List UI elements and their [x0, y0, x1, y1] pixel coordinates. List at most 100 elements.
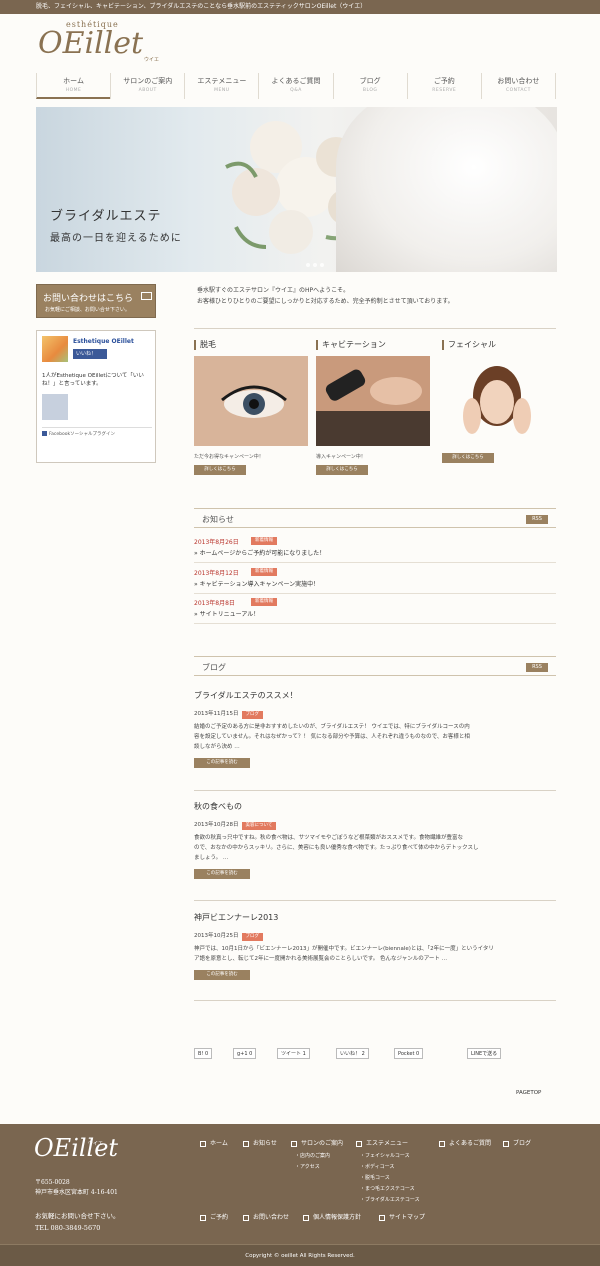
intro-line: お客様ひとりひとりのご要望にしっかりと対応するため、完全予約制とさせて頂いており… [197, 298, 454, 305]
excerpt-line: 食欲の秋真っ只中ですね。秋の食べ物は、サツマイモやごぼうなど根菜類がおススメです… [194, 835, 463, 841]
contact-banner-title: お問い合わせはこちら [43, 294, 134, 304]
news-tag[interactable]: 新着情報 [251, 598, 277, 606]
line-share-button[interactable]: LINEで送る [467, 1048, 502, 1059]
footer-link-blog[interactable]: ブログ [503, 1138, 531, 1147]
category-caption: 導入キャンペーン中！ [316, 454, 366, 460]
nav-home[interactable]: ホーム HOME [36, 73, 111, 99]
read-more-button[interactable]: この記事を読む [194, 970, 250, 980]
slider-dots[interactable] [306, 263, 324, 267]
google-plus-button[interactable]: g+1 0 [233, 1048, 257, 1059]
footer-sublink[interactable]: フェイシャルコース [360, 1152, 410, 1159]
nav-about[interactable]: サロンのご案内 ABOUT [110, 73, 184, 99]
post-date: 2013年10月25日 [194, 933, 239, 939]
contact-banner-button[interactable]: お問い合わせはこちら お気軽にご相談、お問い合せ下さい。 [36, 284, 156, 318]
fan-avatar[interactable] [42, 394, 68, 420]
news-link[interactable]: » ホームページからご予約が可能になりました！ [194, 548, 325, 557]
excerpt-line: 容を設定していません。それはなぜかって？！ 気になる部分や予算は、人それぞれ違う… [194, 734, 470, 740]
footer-link-salon[interactable]: サロンのご案内 [291, 1138, 343, 1147]
post-date: 2013年10月28日 [194, 822, 239, 828]
pocket-button[interactable]: Pocket 0 [394, 1048, 424, 1059]
nav-reserve[interactable]: ご予約 RESERVE [406, 73, 481, 99]
post-excerpt: 神戸では、10月1日から「ビエンナーレ2013」が開催中です。ビエンナーレ(bi… [194, 944, 556, 964]
facebook-like-button[interactable]: いいね！ 2 [336, 1048, 369, 1059]
post-title[interactable]: ブライダルエステのススメ！ [194, 690, 556, 701]
footer-link-reserve[interactable]: ご予約 [200, 1212, 228, 1221]
details-button[interactable]: 詳しくはこちら [194, 465, 246, 475]
details-button[interactable]: 詳しくはこちら [442, 453, 494, 463]
news-link[interactable]: » サイトリニューアル！ [194, 609, 259, 618]
fb-like-button[interactable]: いいね！ [73, 349, 107, 359]
news-item[interactable]: 2013年8月12日 新着情報 » キャビテーション導入キャンペーン実施中！ [194, 564, 556, 594]
facial-model-image[interactable] [442, 356, 556, 446]
news-item[interactable]: 2013年8月8日 新着情報 » サイトリニューアル！ [194, 594, 556, 624]
post-tag[interactable]: ブログ [241, 711, 263, 719]
news-date: 2013年8月12日 [194, 570, 239, 577]
excerpt-line: ましょう。 … [194, 855, 229, 861]
envelope-icon [141, 292, 152, 300]
post-tag[interactable]: ブログ [241, 933, 263, 941]
fb-fans-text: 1人がEsthetique OEilletについて「いいね！」と言っています。 [42, 373, 144, 387]
eye-image[interactable] [194, 356, 308, 446]
divider [194, 1000, 556, 1001]
nav-label: ホーム [63, 77, 84, 85]
footer-link-contact[interactable]: お問い合わせ [243, 1212, 289, 1221]
tweet-button[interactable]: ツイート 1 [277, 1048, 310, 1059]
post-title[interactable]: 秋の食べもの [194, 801, 556, 812]
copyright: Copyright © oeillet All Rights Reserved. [0, 1244, 600, 1266]
footer-link-menu[interactable]: エステメニュー [356, 1138, 408, 1147]
footer-sublink[interactable]: 脱毛コース [360, 1174, 390, 1181]
footer-address: 〒655-0028 神戸市垂水区宮本町 4-16-401 [35, 1178, 118, 1198]
post-excerpt: 食欲の秋真っ只中ですね。秋の食べ物は、サツマイモやごぼうなど根菜類がおススメです… [194, 833, 556, 863]
footer-link-faq[interactable]: よくあるご質問 [439, 1138, 491, 1147]
post-tag[interactable]: 美容について [241, 822, 277, 830]
footer-link-home[interactable]: ホーム [200, 1138, 228, 1147]
fb-plugin-label[interactable]: Facebookソーシャルプラグイン [42, 431, 115, 437]
nav-faq[interactable]: よくあるご質問 Q&A [258, 73, 332, 99]
intro-line: 垂水駅すぐのエステサロン『ウイエ』のHPへようこそ。 [197, 287, 350, 294]
footer-logo[interactable]: OEillet [34, 1134, 118, 1162]
intro-text: 垂水駅すぐのエステサロン『ウイエ』のHPへようこそ。 お客様ひとりひとりのご要望… [197, 285, 454, 307]
footer-sublink[interactable]: ブライダルエステコース [360, 1196, 420, 1203]
nav-label: お問い合わせ [497, 77, 540, 85]
post-date: 2013年11月15日 [194, 711, 239, 717]
footer-link-news[interactable]: お知らせ [243, 1138, 277, 1147]
footer-sublink[interactable]: アクセス [295, 1163, 320, 1170]
nav-sublabel: ABOUT [138, 88, 157, 93]
details-button[interactable]: 詳しくはこちら [316, 465, 368, 475]
footer-sublink[interactable]: 店内のご案内 [295, 1152, 330, 1159]
nav-menu[interactable]: エステメニュー MENU [184, 73, 258, 99]
blog-heading: ブログ [202, 663, 226, 672]
news-tag[interactable]: 新着情報 [251, 568, 277, 576]
news-link[interactable]: » キャビテーション導入キャンペーン実施中！ [194, 579, 319, 588]
read-more-button[interactable]: この記事を読む [194, 758, 250, 768]
divider [194, 328, 556, 329]
read-more-button[interactable]: この記事を読む [194, 869, 250, 879]
news-rss-button[interactable]: RSS [526, 515, 548, 524]
footer-sublink[interactable]: ボディコース [360, 1163, 394, 1170]
blog-post: ブライダルエステのススメ！ 2013年11月15日 ブログ 結婚のご予定のある方に… [194, 690, 556, 768]
page-avatar[interactable] [42, 336, 68, 362]
blog-rss-button[interactable]: RSS [526, 663, 548, 672]
hatena-bookmark-button[interactable]: B! 0 [194, 1048, 213, 1059]
nav-contact[interactable]: お問い合わせ CONTACT [480, 73, 556, 99]
nav-sublabel: BLOG [362, 88, 378, 93]
category-facial: フェイシャル 詳しくはこちら [442, 340, 557, 463]
excerpt-line: 神戸では、10月1日から「ビエンナーレ2013」が開催中です。ビエンナーレ(bi… [194, 946, 494, 952]
footer-contact: お気軽にお問い合せ下さい。 TEL 080-3849-5670 [35, 1210, 120, 1234]
category-title: キャビテーション [316, 340, 431, 350]
footer-link-privacy[interactable]: 個人情報保護方針 [303, 1212, 361, 1221]
nav-blog[interactable]: ブログ BLOG [332, 73, 407, 99]
footer-sublink[interactable]: まつ毛エクステコース [360, 1185, 415, 1192]
footer-link-sitemap[interactable]: サイトマップ [379, 1212, 425, 1221]
news-item[interactable]: 2013年8月26日 新着情報 » ホームページからご予約が可能になりました！ [194, 533, 556, 563]
nav-sublabel: HOME [65, 88, 82, 93]
nav-label: ブログ [359, 77, 381, 85]
cavitation-image[interactable] [316, 356, 430, 446]
page-top-link[interactable]: PAGETOP [516, 1090, 541, 1096]
post-title[interactable]: 神戸ビエンナーレ2013 [194, 912, 556, 923]
hero-slider[interactable]: ブライダルエステ 最高の一日を迎えるために [36, 107, 557, 272]
fb-page-name[interactable]: Esthetique OEillet [73, 338, 134, 345]
news-tag[interactable]: 新着情報 [251, 537, 277, 545]
street-address: 神戸市垂水区宮本町 4-16-401 [35, 1189, 118, 1196]
phone-number[interactable]: TEL 080-3849-5670 [35, 1222, 120, 1234]
